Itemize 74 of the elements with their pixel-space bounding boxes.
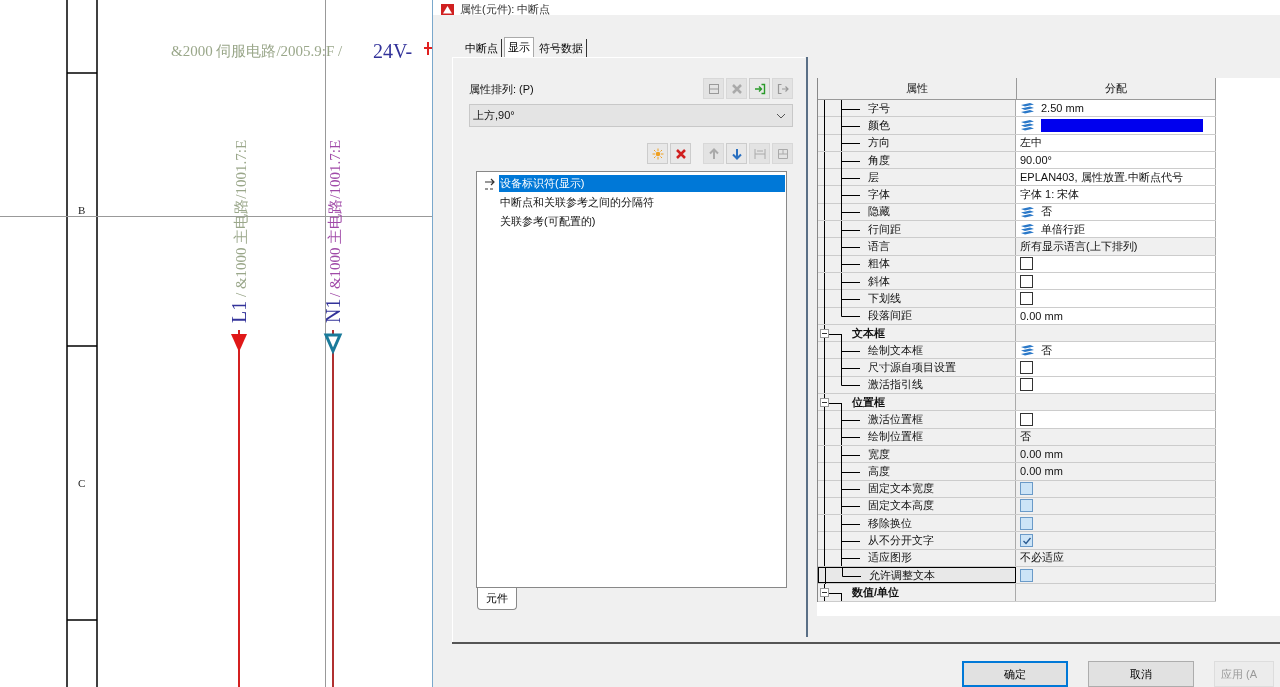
- property-name[interactable]: 语言: [818, 238, 1016, 255]
- group-label: 数值/单位: [852, 584, 900, 600]
- tab[interactable]: 元件: [477, 588, 517, 610]
- property-value: 0.00 mm: [1020, 448, 1063, 461]
- cross-icon: [730, 82, 743, 95]
- checkbox[interactable]: [1020, 413, 1033, 426]
- property-name[interactable]: 行间距: [818, 221, 1016, 238]
- column-header: 属性: [818, 78, 1017, 99]
- toolbar-button[interactable]: [749, 78, 770, 99]
- star-icon: [651, 147, 664, 160]
- property-name[interactable]: 字号: [818, 100, 1016, 117]
- property-value: 0.00 mm: [1020, 465, 1063, 478]
- chevron-down-icon: [776, 112, 786, 119]
- cross-reference-text: / &1000 主电路/1001.7:E: [327, 139, 343, 297]
- property-value: 否: [1020, 429, 1031, 445]
- checkbox[interactable]: [1020, 257, 1033, 271]
- property-name[interactable]: 高度: [818, 463, 1016, 480]
- toolbar-button[interactable]: [670, 143, 691, 164]
- collapse-icon[interactable]: [820, 398, 829, 408]
- list-item[interactable]: 中断点和关联参考之间的分隔符: [499, 194, 785, 211]
- interruption-label: L1: [228, 300, 250, 323]
- property-name[interactable]: 字体: [818, 186, 1016, 203]
- arrow-out-icon: [776, 82, 789, 95]
- property-name[interactable]: 激活位置框: [818, 411, 1016, 428]
- list-item[interactable]: 设备标识符(显示): [499, 175, 785, 192]
- spacing-icon: [753, 147, 766, 160]
- checkbox[interactable]: [1020, 274, 1033, 288]
- property-value: 0.00 mm: [1020, 309, 1063, 322]
- column-header: 分配: [1017, 78, 1216, 99]
- property-name[interactable]: 绘制文本框: [818, 342, 1016, 359]
- checkbox[interactable]: [1020, 361, 1033, 375]
- arrangement-dropdown[interactable]: 上方,90°: [469, 104, 793, 127]
- split-icon: [776, 147, 789, 160]
- property-value: 否: [1041, 204, 1052, 220]
- property-name[interactable]: 层: [818, 169, 1016, 186]
- checkbox[interactable]: [1020, 378, 1033, 392]
- cross-reference-text: / &1000 主电路/1001.7:E: [233, 139, 249, 297]
- property-name[interactable]: 尺寸源自项目设置: [818, 359, 1016, 376]
- tab[interactable]: 中断点: [462, 39, 502, 57]
- interruption-label: N1: [322, 298, 344, 323]
- property-value: 否: [1041, 342, 1052, 358]
- group-label: 位置框: [852, 394, 885, 410]
- box-icon: [707, 82, 720, 95]
- group-label: 文本框: [852, 325, 885, 341]
- checkbox[interactable]: [1020, 291, 1033, 305]
- property-value: EPLAN403, 属性放置.中断点代号: [1020, 169, 1183, 185]
- tab[interactable]: 符号数据: [536, 39, 587, 57]
- connector-mark: [423, 41, 432, 56]
- property-value: 左中: [1020, 135, 1042, 151]
- potential-label: 24V-: [373, 40, 413, 62]
- cross-icon: [674, 147, 687, 160]
- arrangement-label: 属性排列: (P): [469, 82, 534, 97]
- collapse-icon[interactable]: [820, 328, 829, 338]
- row-label: C: [78, 477, 86, 489]
- list-item[interactable]: 关联参考(可配置的): [499, 213, 785, 230]
- property-value: 单倍行距: [1041, 221, 1085, 237]
- property-name[interactable]: 下划线: [818, 290, 1016, 307]
- tab[interactable]: 显示: [504, 37, 534, 57]
- arrow-down-icon: [730, 147, 743, 160]
- row-label: B: [78, 204, 86, 216]
- dialog-button[interactable]: 确定: [962, 661, 1068, 687]
- toolbar-button[interactable]: [726, 143, 747, 164]
- color-swatch[interactable]: [1041, 118, 1203, 132]
- property-name[interactable]: 颜色: [818, 117, 1016, 134]
- property-value: 2.50 mm: [1041, 102, 1084, 115]
- arrow-in-icon: [753, 82, 766, 95]
- property-value: 90.00°: [1020, 154, 1052, 167]
- property-value: 字体 1: 宋体: [1020, 187, 1080, 203]
- collapse-icon[interactable]: [820, 588, 829, 598]
- property-value: 不必适应: [1020, 550, 1064, 566]
- arrow-up-icon: [707, 147, 720, 160]
- window-title: 属性(元件): 中断点: [460, 3, 551, 15]
- dialog-button[interactable]: 取消: [1088, 661, 1194, 687]
- property-value: 所有显示语言(上下排列): [1020, 239, 1138, 254]
